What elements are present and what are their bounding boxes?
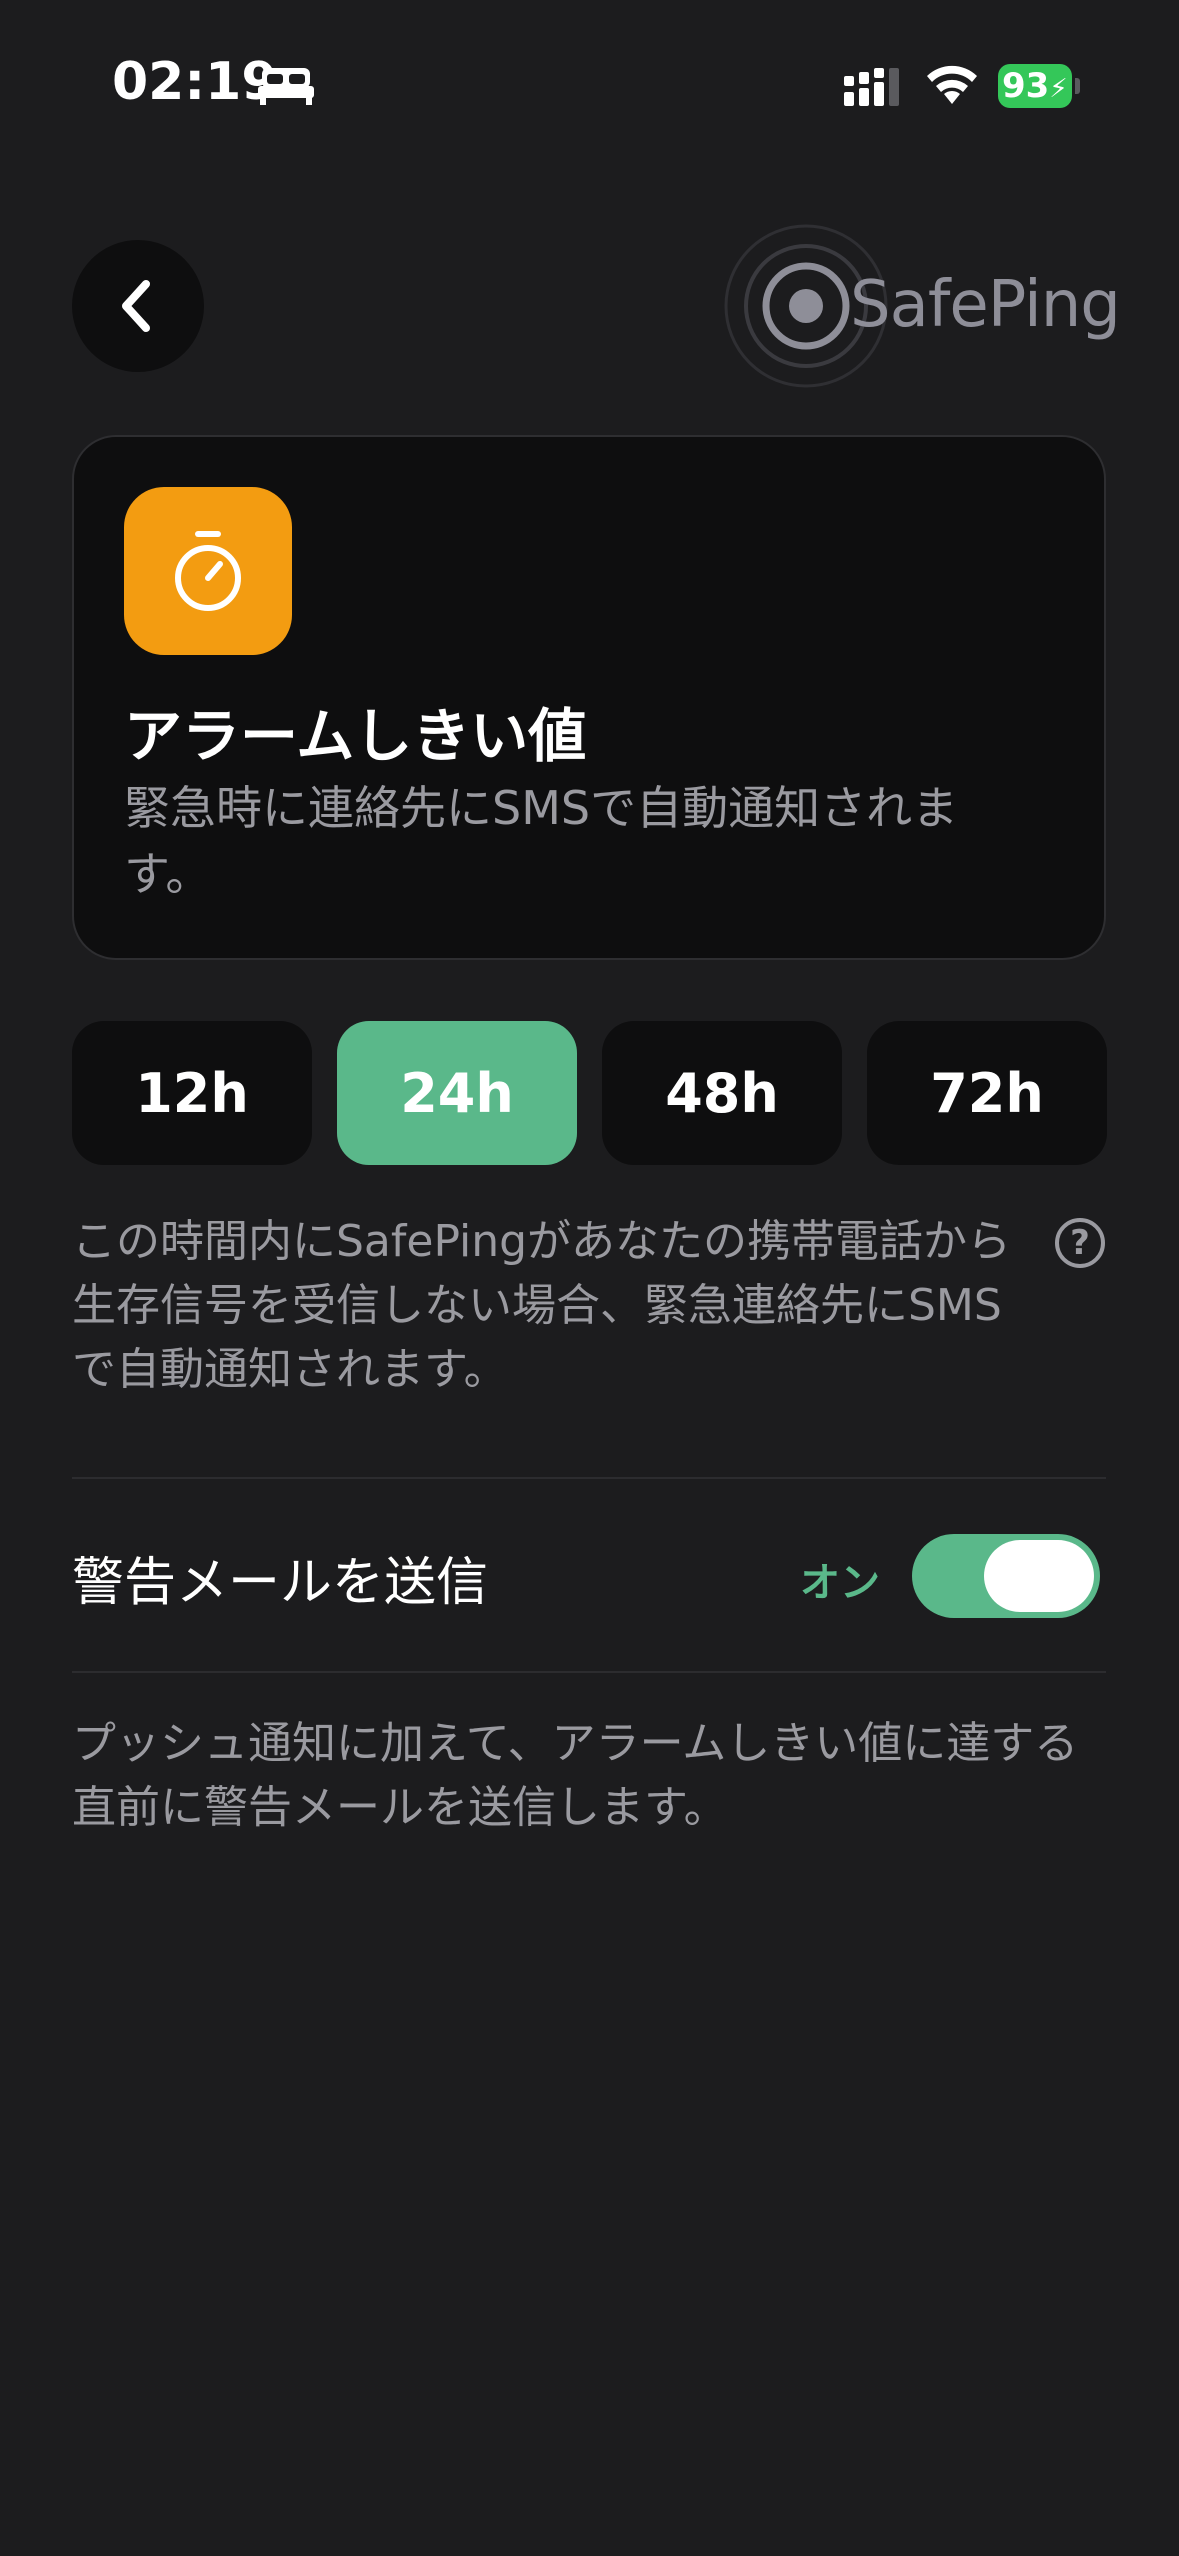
card-icon-tile <box>124 487 292 655</box>
question-circle-icon[interactable]: ? <box>1055 1218 1105 1268</box>
warning-email-description: プッシュ通知に加えて、アラームしきい値に達する直前に警告メールを送信します。 <box>72 1718 1079 1833</box>
warning-email-toggle[interactable] <box>912 1534 1100 1618</box>
status-bar: 02:19 93⚡ <box>0 0 1179 170</box>
bed-icon <box>258 68 314 105</box>
option-72h[interactable]: 72h <box>867 1021 1107 1165</box>
card-description: 緊急時に連絡先にSMSで自動通知されます。 <box>124 781 959 901</box>
option-48h[interactable]: 48h <box>602 1021 842 1165</box>
card-title: アラームしきい値 <box>124 702 587 770</box>
toggle-knob <box>984 1540 1094 1612</box>
threshold-explanation: この時間内にSafePingがあなたの携帯電話から生存信号を受信しない場合、緊急… <box>72 1216 1012 1395</box>
warning-email-label: 警告メールを送信 <box>72 1553 489 1613</box>
chevron-left-icon <box>122 280 150 332</box>
battery-charging-icon: 93⚡ <box>998 64 1080 108</box>
option-24h[interactable]: 24h <box>337 1021 577 1165</box>
threshold-card: アラームしきい値 緊急時に連絡先にSMSで自動通知されます。 <box>72 435 1106 960</box>
warning-email-state: オン <box>800 1560 880 1606</box>
divider <box>72 1671 1106 1673</box>
signal-icon <box>844 68 899 106</box>
stopwatch-icon <box>175 531 241 611</box>
threshold-selector: 12h 24h 48h 72h <box>72 1021 1107 1165</box>
safeping-logo: SafePing <box>722 222 1121 390</box>
divider <box>72 1477 1106 1479</box>
status-time: 02:19 <box>112 52 278 112</box>
battery-percent: 93⚡ <box>998 64 1072 108</box>
option-12h[interactable]: 12h <box>72 1021 312 1165</box>
wifi-icon <box>927 65 977 104</box>
logo-text: SafePing <box>850 268 1121 342</box>
back-button[interactable] <box>72 240 204 372</box>
